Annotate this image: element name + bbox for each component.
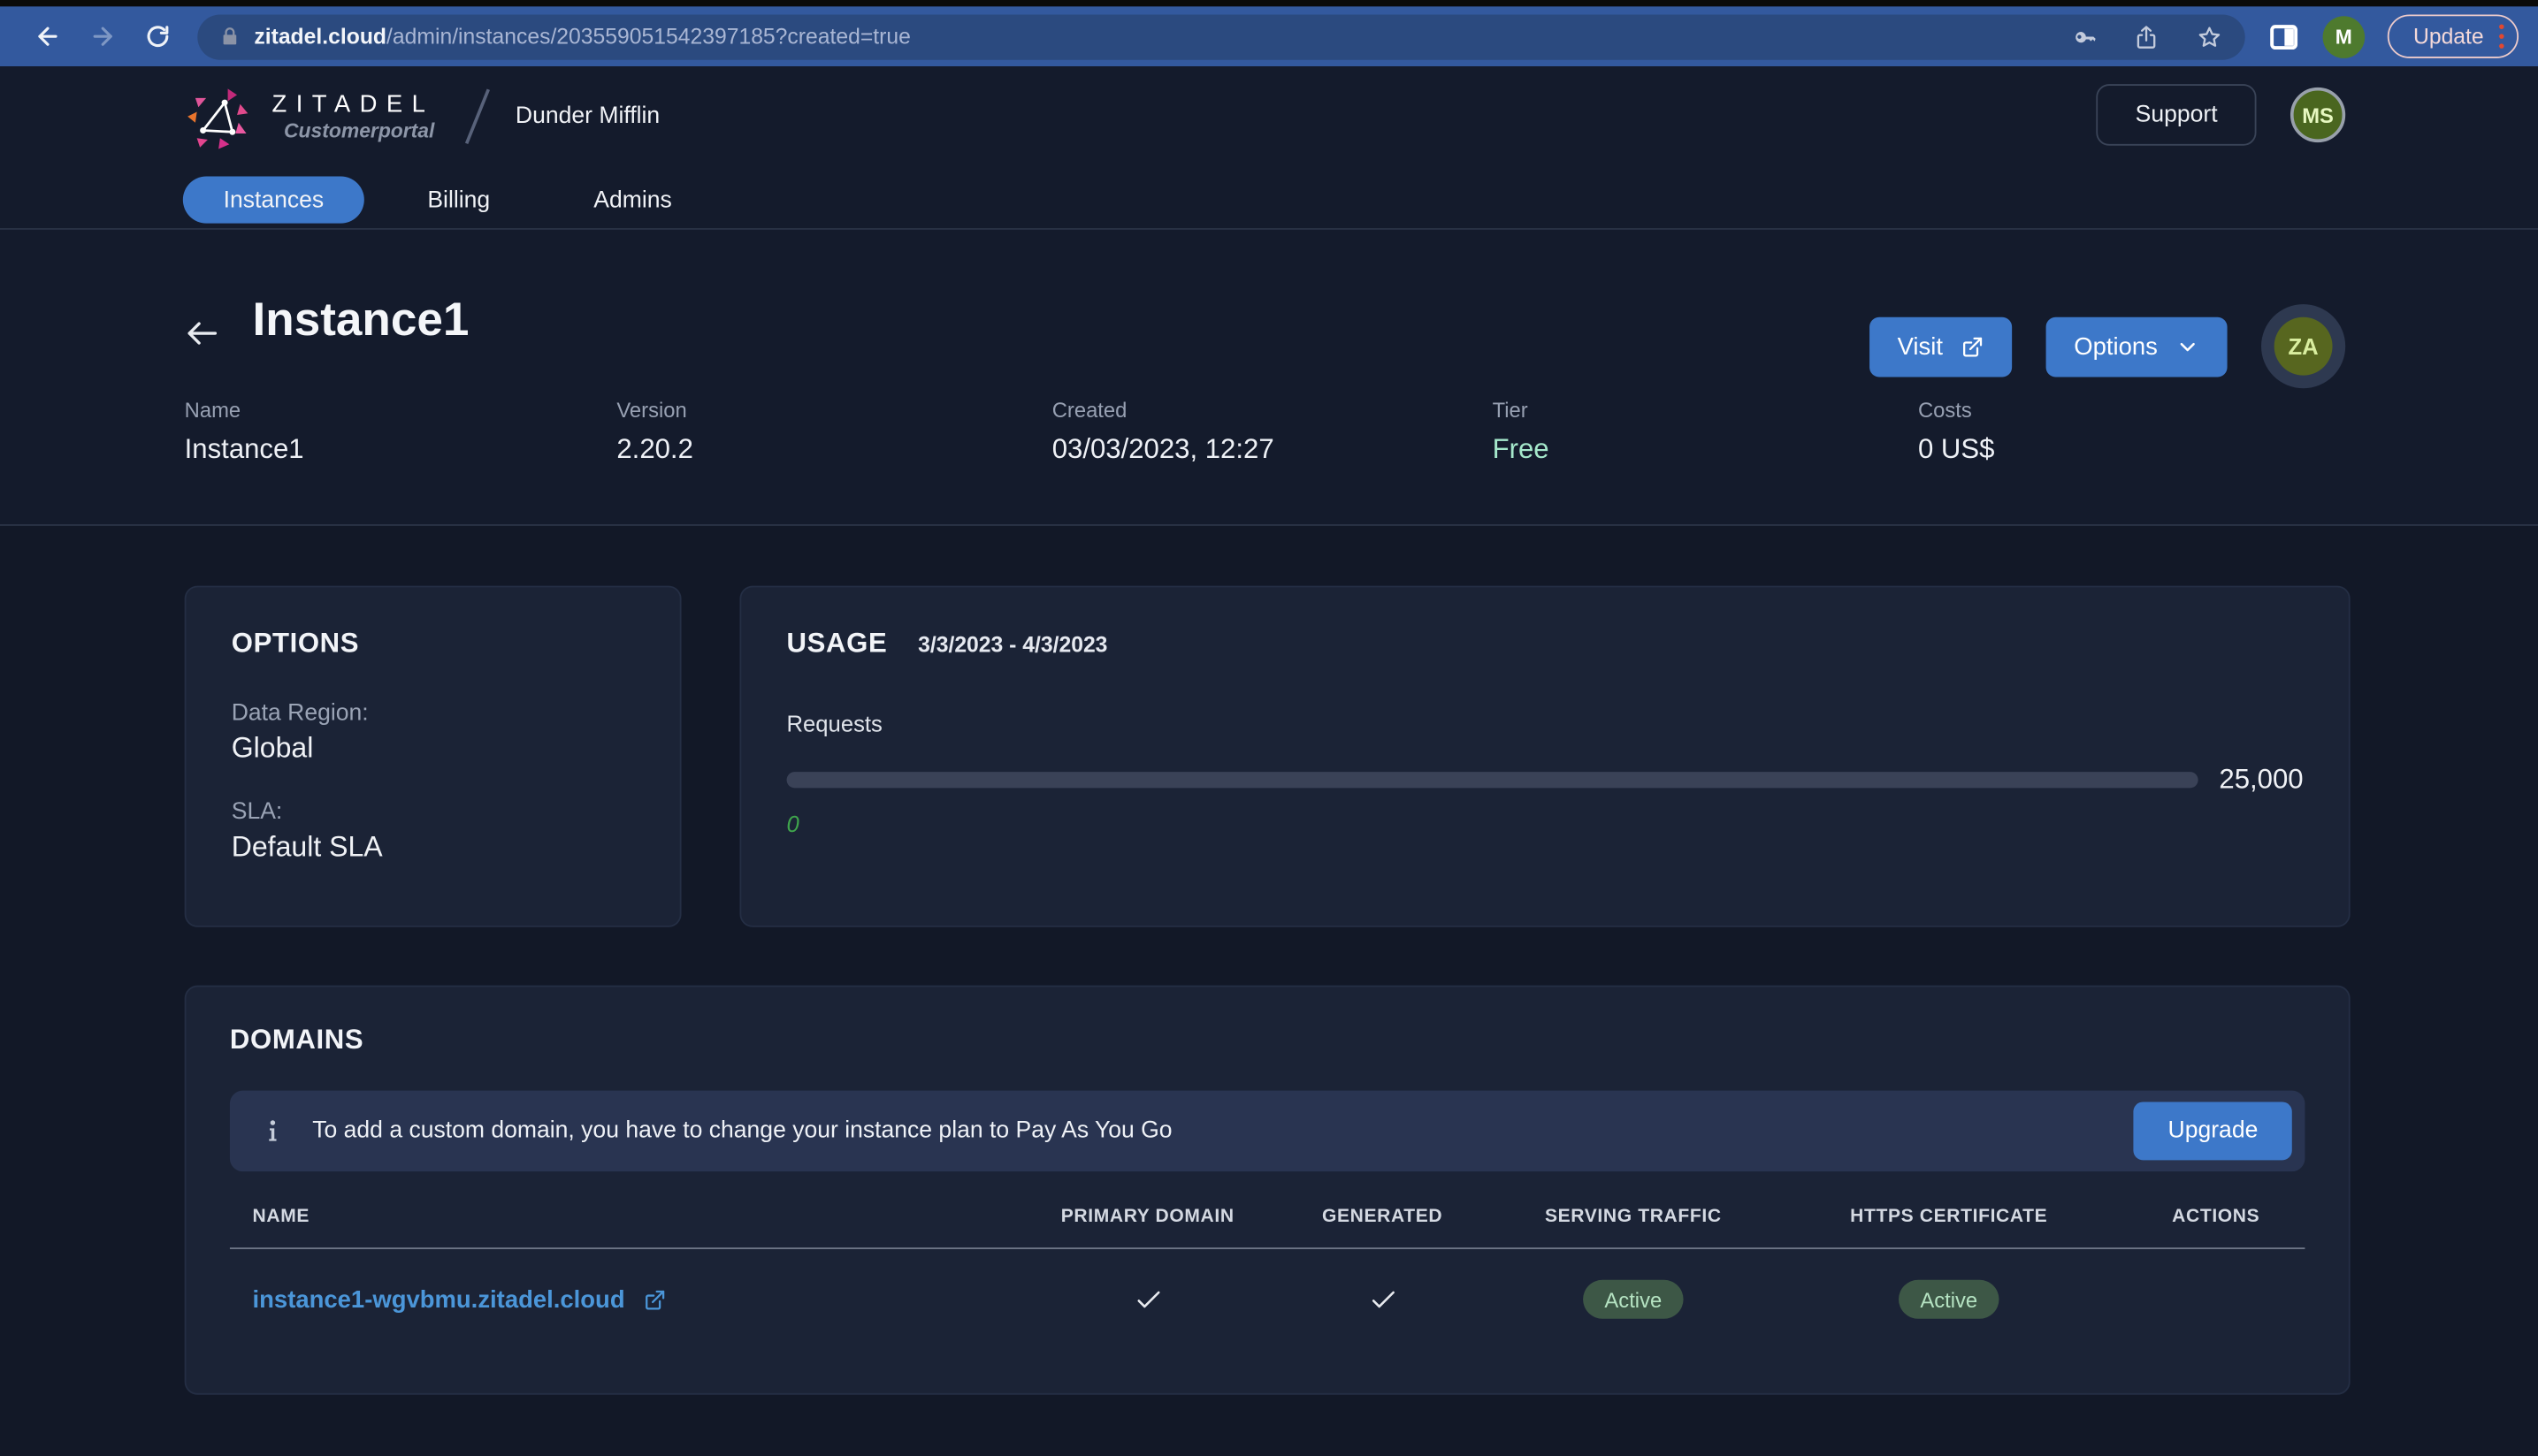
- lock-icon[interactable]: [220, 26, 240, 47]
- instance-meta: Name Instance1 Version 2.20.2 Created 03…: [185, 398, 2351, 466]
- https-certificate-status-badge: Active: [1899, 1279, 1999, 1319]
- browser-update-button[interactable]: Update: [2387, 14, 2519, 58]
- meta-name: Name Instance1: [184, 398, 304, 465]
- external-link-icon: [1963, 336, 1983, 356]
- sla-value: Default SLA: [231, 829, 383, 863]
- table-row: instance1-wgvbmu.zitadel.cloud Active Ac…: [230, 1249, 2305, 1349]
- url-host: zitadel.cloud: [254, 24, 387, 49]
- generated-check-icon: [1269, 1284, 1495, 1315]
- url-text: zitadel.cloud/admin/instances/2035590515…: [254, 24, 910, 48]
- col-header-actions: ACTIONS: [2172, 1207, 2260, 1227]
- requests-current: 0: [786, 811, 799, 837]
- address-bar-actions: [2070, 24, 2222, 50]
- browser-menu-icon[interactable]: [2498, 23, 2504, 50]
- requests-label: Requests: [786, 710, 883, 736]
- col-header-primary-domain: PRIMARY DOMAIN: [1060, 1207, 1235, 1227]
- upgrade-notice-text: To add a custom domain, you have to chan…: [312, 1117, 1173, 1145]
- upgrade-button[interactable]: Upgrade: [2134, 1102, 2292, 1161]
- bookmark-star-icon[interactable]: [2197, 24, 2222, 50]
- main-nav: Instances Billing Admins: [182, 176, 713, 224]
- browser-forward-icon[interactable]: [74, 23, 129, 50]
- breadcrumb-slash: [465, 88, 491, 145]
- domains-card: DOMAINS To add a custom domain, you have…: [184, 985, 2351, 1395]
- url-path: /admin/instances/203559051542397185?crea…: [386, 24, 911, 49]
- options-card: OPTIONS Data Region: Global SLA: Default…: [184, 585, 682, 927]
- sla-label: SLA:: [231, 799, 283, 826]
- col-header-https-certificate: HTTPS CERTIFICATE: [1850, 1207, 2048, 1227]
- brand-name: ZITADEL: [271, 90, 435, 118]
- serving-traffic-cell: Active: [1495, 1279, 1770, 1319]
- page-title: Instance1: [252, 294, 470, 347]
- tier-free-value: Free: [1492, 433, 1549, 465]
- update-label: Update: [2412, 24, 2484, 49]
- usage-card: USAGE 3/3/2023 - 4/3/2023 Requests 25,00…: [739, 585, 2351, 927]
- col-header-serving-traffic: SERVING TRAFFIC: [1544, 1207, 1722, 1227]
- https-certificate-cell: Active: [1770, 1279, 2127, 1319]
- col-header-generated: GENERATED: [1321, 1207, 1443, 1227]
- data-region-label: Data Region:: [231, 700, 369, 727]
- address-bar[interactable]: zitadel.cloud/admin/instances/2035590515…: [197, 13, 2245, 59]
- requests-progress-bar: [786, 772, 2198, 789]
- instance-actions: Visit Options ZA: [1869, 304, 2346, 389]
- data-region-value: Global: [231, 731, 314, 764]
- brand-text: ZITADEL Customerportal: [271, 90, 434, 142]
- domain-link[interactable]: instance1-wgvbmu.zitadel.cloud: [253, 1285, 625, 1313]
- instance-avatar-ring[interactable]: ZA: [2261, 304, 2346, 389]
- brand-subtitle: Customerportal: [284, 119, 435, 143]
- content-area: OPTIONS Data Region: Global SLA: Default…: [0, 525, 2538, 1456]
- domains-table: NAME PRIMARY DOMAIN GENERATED SERVING TR…: [229, 1194, 2305, 1350]
- usage-period: 3/3/2023 - 4/3/2023: [918, 632, 1108, 658]
- domains-card-title: DOMAINS: [229, 1024, 364, 1056]
- brand-area: ZITADEL Customerportal Dunder Mifflin: [181, 82, 660, 150]
- tab-admins[interactable]: Admins: [554, 177, 713, 224]
- upgrade-notice-banner: To add a custom domain, you have to chan…: [229, 1090, 2305, 1172]
- instance-header: Instance1 Visit Options ZA Name Instance…: [0, 229, 2538, 526]
- options-card-title: OPTIONS: [231, 628, 360, 659]
- share-icon[interactable]: [2133, 24, 2159, 50]
- browser-profile-avatar[interactable]: M: [2322, 15, 2366, 57]
- org-name: Dunder Mifflin: [515, 103, 661, 130]
- usage-card-title: USAGE: [786, 628, 888, 659]
- col-header-name: NAME: [252, 1207, 310, 1227]
- requests-limit: 25,000: [2219, 763, 2304, 795]
- domains-table-header: NAME PRIMARY DOMAIN GENERATED SERVING TR…: [230, 1194, 2305, 1247]
- site-header: ZITADEL Customerportal Dunder Mifflin Su…: [0, 66, 2538, 230]
- visit-label: Visit: [1897, 332, 1943, 361]
- header-right: Support MS: [2096, 84, 2346, 146]
- serving-traffic-status-badge: Active: [1583, 1279, 1684, 1319]
- info-icon: [261, 1117, 285, 1145]
- browser-toolbar: zitadel.cloud/admin/instances/2035590515…: [0, 6, 2538, 67]
- chevron-down-icon: [2180, 342, 2195, 351]
- zitadel-logo-icon: [187, 88, 248, 149]
- tab-billing[interactable]: Billing: [387, 177, 531, 224]
- back-arrow-icon[interactable]: [183, 314, 222, 361]
- viewport: zitadel.cloud/admin/instances/2035590515…: [0, 0, 2538, 1456]
- domain-external-link-icon[interactable]: [643, 1287, 667, 1311]
- meta-version: Version 2.20.2: [616, 398, 693, 465]
- instance-avatar: ZA: [2274, 316, 2333, 376]
- meta-tier: Tier Free: [1493, 398, 1918, 466]
- browser-refresh-icon[interactable]: [129, 23, 184, 50]
- primary-domain-check-icon: [1026, 1284, 1269, 1315]
- browser-toolbar-right: M Update: [2267, 14, 2519, 58]
- key-icon[interactable]: [2070, 24, 2096, 50]
- visit-button[interactable]: Visit: [1869, 316, 2013, 377]
- browser-back-icon[interactable]: [19, 23, 74, 50]
- meta-created: Created 03/03/2023, 12:27: [1051, 398, 1274, 465]
- options-button[interactable]: Options: [2046, 316, 2228, 377]
- side-panel-icon[interactable]: [2267, 22, 2300, 51]
- tab-instances[interactable]: Instances: [182, 176, 364, 224]
- meta-costs: Costs 0 US$: [1917, 398, 1995, 465]
- user-avatar[interactable]: MS: [2290, 87, 2346, 143]
- support-button[interactable]: Support: [2096, 84, 2257, 146]
- screen-top-edge: [0, 0, 2538, 7]
- options-label: Options: [2074, 332, 2158, 361]
